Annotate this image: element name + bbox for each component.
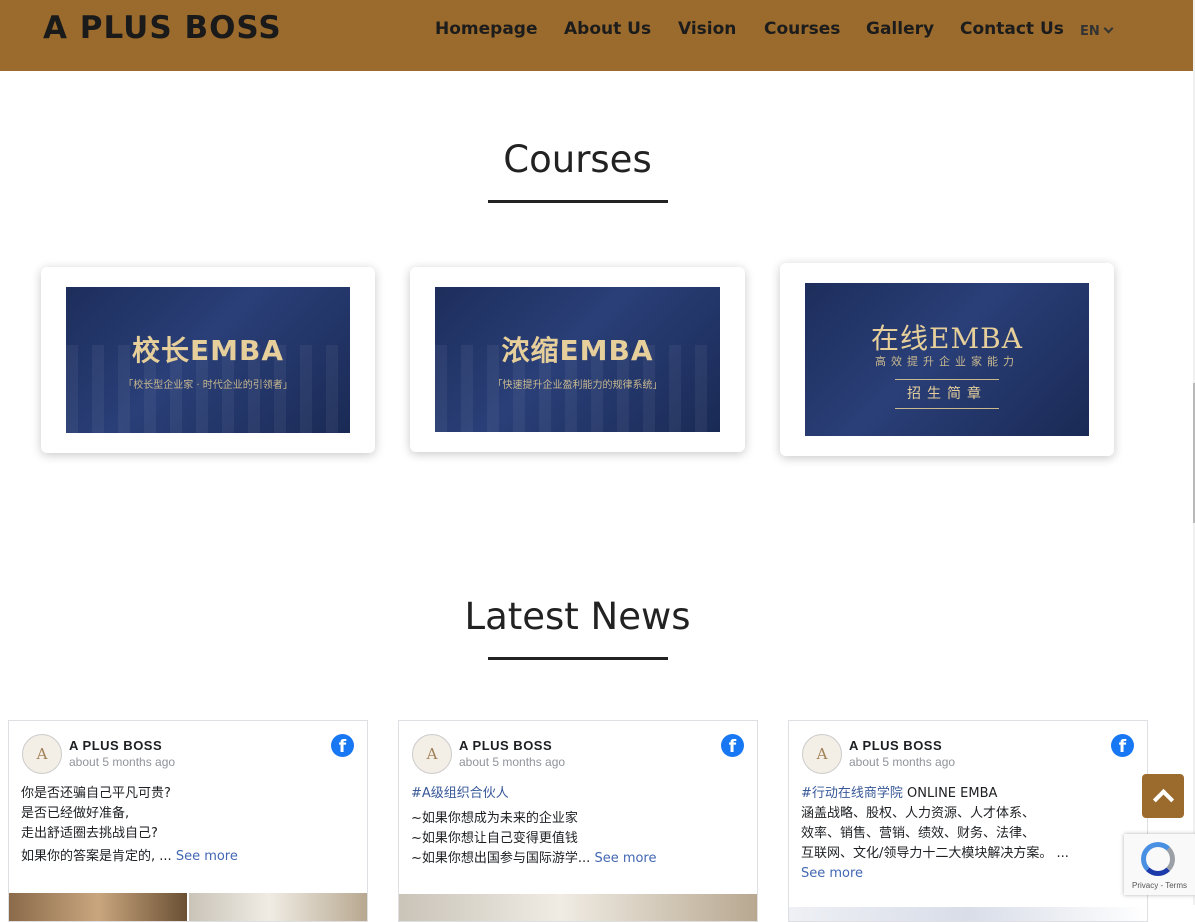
avatar[interactable]: A [412,734,452,774]
facebook-icon[interactable]: f [721,734,744,757]
nav-homepage[interactable]: Homepage [435,19,538,39]
post-line: 你是否还骗自己平凡可贵? [21,786,171,801]
post-text: #A级组织合伙人 ~如果你想成为未来的企业家 ~如果你想让自己变得更值钱 ~如果… [411,784,746,869]
course-banner-title: 校长EMBA [131,334,284,367]
post-line: 涵盖战略、股权、人力资源、人才体系、 [801,806,1036,821]
avatar[interactable]: A [802,734,842,774]
chevron-up-icon [1152,788,1175,811]
see-more-link[interactable]: See more [176,849,238,864]
news-post-card[interactable]: A A PLUS BOSS about 5 months ago f 你是否还骗… [8,720,368,922]
course-banner-image: 浓缩EMBA 「快速提升企业盈利能力的规律系统」 [435,287,720,432]
nav-vision[interactable]: Vision [678,19,736,39]
course-card-online-emba[interactable]: 在线EMBA 高效提升企业家能力 招生简章 [780,263,1114,456]
post-line: ~如果你想让自己变得更值钱 [411,831,578,846]
post-line-text: ONLINE EMBA [902,786,998,801]
news-title: Latest News [464,595,691,638]
post-page-name[interactable]: A PLUS BOSS [849,738,942,753]
recaptcha-badge[interactable]: Privacy - Terms [1124,834,1195,895]
see-more-link[interactable]: See more [594,851,656,866]
post-line: 互联网、文化/领导力十二大模块解决方案。 ... [801,846,1069,861]
course-banner-title: 在线EMBA [871,322,1023,355]
post-page-name[interactable]: A PLUS BOSS [459,738,552,753]
post-line-text: 如果你的答案是肯定的, ... [21,849,172,864]
courses-title: Courses [503,138,652,181]
back-to-top-button[interactable] [1142,774,1184,818]
recaptcha-icon [1141,842,1175,876]
course-banner-subtitle: 「校长型企业家 · 时代企业的引领者」 [123,380,293,391]
see-more-link[interactable]: See more [801,864,1136,884]
course-banner-badge: 招生简章 [895,379,999,409]
post-timestamp[interactable]: about 5 months ago [69,755,175,769]
facebook-icon[interactable]: f [1111,734,1134,757]
post-photo[interactable] [9,893,187,921]
nav-about-us[interactable]: About Us [564,19,651,39]
post-line: ~如果你想出国参与国际游学... See more [411,849,746,869]
post-line: 走出舒适圈去挑战自己? [21,826,158,841]
site-header: A PLUS BOSS Homepage About Us Vision Cou… [0,0,1195,71]
post-timestamp[interactable]: about 5 months ago [459,755,565,769]
post-text: 你是否还骗自己平凡可贵? 是否已经做好准备, 走出舒适圈去挑战自己? 如果你的答… [21,784,356,867]
courses-title-underline [488,200,668,203]
post-line-text: ~如果你想出国参与国际游学... [411,851,591,866]
news-post-card[interactable]: A A PLUS BOSS about 5 months ago f #行动在线… [788,720,1148,922]
recaptcha-terms[interactable]: Privacy - Terms [1124,881,1195,890]
course-banner-subtitle: 「快速提升企业盈利能力的规律系统」 [492,380,663,391]
post-hashtag[interactable]: #A级组织合伙人 [411,784,746,804]
post-page-name[interactable]: A PLUS BOSS [69,738,162,753]
language-selector[interactable]: EN [1080,23,1114,39]
post-timestamp[interactable]: about 5 months ago [849,755,955,769]
nav-courses[interactable]: Courses [764,19,840,39]
news-post-card[interactable]: A A PLUS BOSS about 5 months ago f #A级组织… [398,720,758,922]
facebook-icon[interactable]: f [331,734,354,757]
nav-contact-us[interactable]: Contact Us [960,19,1064,39]
course-banner-subtitle: 高效提升企业家能力 [875,355,1019,368]
course-banner-image: 在线EMBA 高效提升企业家能力 招生简章 [805,283,1089,436]
post-line: #行动在线商学院 ONLINE EMBA [801,784,1136,804]
post-line: ~如果你想成为未来的企业家 [411,811,578,826]
avatar[interactable]: A [22,734,62,774]
post-photo[interactable] [789,907,1147,921]
course-card-condensed-emba[interactable]: 浓缩EMBA 「快速提升企业盈利能力的规律系统」 [410,267,745,452]
post-line: 是否已经做好准备, [21,806,130,821]
post-photo[interactable] [399,894,757,921]
nav-gallery[interactable]: Gallery [866,19,934,39]
language-label: EN [1080,24,1100,39]
post-photo[interactable] [189,893,367,921]
post-hashtag[interactable]: #行动在线商学院 [801,786,903,801]
news-title-underline [488,657,668,660]
post-text: #行动在线商学院 ONLINE EMBA 涵盖战略、股权、人力资源、人才体系、 … [801,784,1136,884]
main-nav: Homepage About Us Vision Courses Gallery… [0,19,1195,43]
chevron-down-icon [1103,23,1114,34]
post-line: 如果你的答案是肯定的, ... See more [21,847,356,867]
course-banner-title: 浓缩EMBA [501,334,654,367]
course-card-principal-emba[interactable]: 校长EMBA 「校长型企业家 · 时代企业的引领者」 [41,267,375,453]
course-banner-image: 校长EMBA 「校长型企业家 · 时代企业的引领者」 [66,287,350,433]
post-line: 效率、销售、营销、绩效、财务、法律、 [801,826,1036,841]
